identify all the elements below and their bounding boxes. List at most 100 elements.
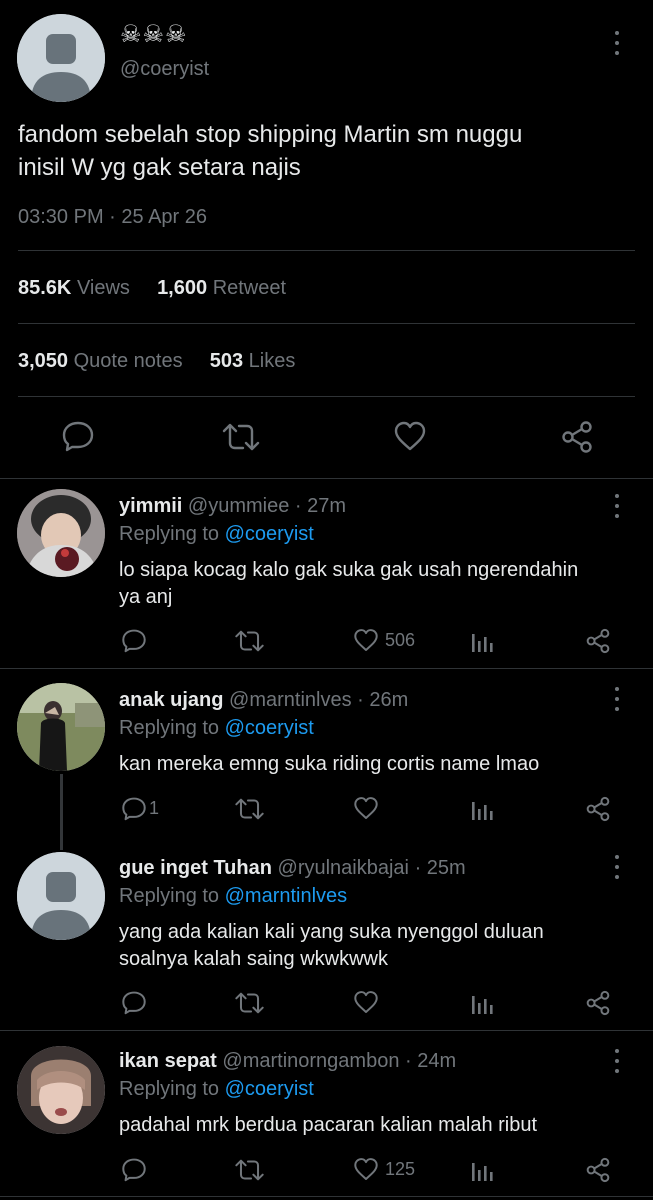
default-avatar-icon — [17, 14, 105, 102]
retweet-button[interactable] — [234, 630, 265, 652]
default-avatar-icon — [17, 852, 105, 940]
likes-stat[interactable]: 503 Likes — [210, 350, 296, 372]
like-button[interactable]: 125 — [353, 1157, 415, 1181]
like-button[interactable] — [353, 796, 385, 820]
reply-header: ikan sepat @martinorngambon · 24m — [119, 1050, 456, 1073]
reply-header: gue inget Tuhan @ryulnaikbajai · 25m — [119, 857, 466, 880]
share-icon — [586, 628, 610, 654]
reply-text: yang ada kalian kali yang suka nyenggol … — [119, 919, 629, 973]
reply-handle[interactable]: @marntinlves — [229, 689, 352, 711]
heart-icon — [354, 629, 378, 651]
avatar[interactable] — [17, 1046, 105, 1134]
stats-icon — [472, 996, 493, 1014]
retweet-label: Retweet — [212, 277, 287, 299]
avatar[interactable] — [17, 683, 105, 771]
avatar[interactable] — [17, 489, 105, 577]
likes-count: 503 — [209, 350, 244, 372]
more-icon[interactable] — [611, 1049, 623, 1073]
quote-count: 3,050 — [18, 350, 69, 372]
heart-icon — [354, 797, 378, 819]
profile-photo-icon — [17, 489, 105, 577]
views-count: 85.6K — [18, 277, 72, 299]
reply-display-name[interactable]: anak ujang — [119, 689, 223, 711]
stats-button[interactable] — [471, 992, 493, 1014]
author-avatar[interactable] — [17, 14, 105, 102]
divider — [0, 1030, 653, 1031]
views-stat[interactable]: 85.6K Views — [18, 277, 130, 299]
reply-display-name[interactable]: ikan sepat — [119, 1050, 217, 1072]
more-icon[interactable] — [611, 494, 623, 518]
share-button[interactable] — [585, 990, 611, 1016]
reply-button[interactable] — [121, 628, 153, 653]
reply-display-name[interactable]: gue inget Tuhan — [119, 857, 272, 879]
heart-icon — [354, 991, 378, 1013]
share-icon — [586, 990, 610, 1016]
more-icon[interactable] — [611, 855, 623, 879]
quote-label: Quote notes — [73, 350, 183, 372]
reply-text-line: soalnya kalah saing wkwkwwk — [119, 948, 389, 970]
reply-text: kan mereka emng suka riding cortis name … — [119, 751, 629, 778]
replying-to: Replying to @coeryist — [119, 1078, 314, 1101]
reply-handle[interactable]: @martinorngambon — [222, 1050, 399, 1072]
stats-icon — [472, 634, 493, 652]
reply-handle[interactable]: @yummiee — [188, 495, 289, 517]
share-icon[interactable] — [560, 420, 594, 454]
tweet-text-line: fandom sebelah stop shipping Martin sm n… — [18, 121, 523, 148]
replying-to: Replying to @coeryist — [119, 717, 314, 740]
replying-to: Replying to @coeryist — [119, 523, 314, 546]
replying-to-handle[interactable]: @coeryist — [225, 1078, 314, 1100]
replying-to-handle[interactable]: @coeryist — [225, 523, 314, 545]
reply-button[interactable] — [121, 1157, 153, 1182]
divider — [18, 323, 635, 324]
replying-to-handle[interactable]: @coeryist — [225, 717, 314, 739]
reply-time: · 27m — [294, 495, 347, 517]
share-button[interactable] — [585, 628, 611, 654]
share-button[interactable] — [585, 1157, 611, 1183]
heart-icon[interactable] — [393, 421, 427, 451]
profile-photo-icon — [17, 1046, 105, 1134]
reply-text-line: yang ada kalian kali yang suka nyenggol … — [119, 921, 544, 943]
tweet-timestamp[interactable]: 03:30 PM · 25 Apr 26 — [18, 206, 207, 229]
quote-stat[interactable]: 3,050 Quote notes — [18, 350, 183, 372]
reply-text-line: padahal mrk berdua pacaran kalian malah … — [119, 1114, 538, 1136]
divider — [0, 1196, 653, 1197]
more-icon[interactable] — [611, 687, 623, 711]
reply-button[interactable]: 1 — [121, 796, 159, 821]
reply-button[interactable] — [121, 990, 153, 1015]
retweet-button[interactable] — [234, 992, 265, 1014]
thread-connector — [60, 774, 63, 850]
author-display-name[interactable]: ☠︎☠︎☠︎ — [120, 20, 188, 49]
views-label: Views — [76, 277, 130, 299]
retweet-stat[interactable]: 1,600 Retweet — [157, 277, 286, 299]
comment-icon[interactable] — [61, 420, 95, 452]
retweet-button[interactable] — [234, 798, 265, 820]
reply-handle[interactable]: @ryulnaikbajai — [278, 857, 409, 879]
stats-button[interactable] — [471, 798, 493, 820]
replying-to-label: Replying to — [119, 1078, 220, 1100]
retweet-icon[interactable] — [221, 423, 261, 451]
replying-to-label: Replying to — [119, 885, 220, 907]
author-handle[interactable]: @coeryist — [120, 58, 209, 81]
reply-display-name[interactable]: yimmii — [119, 495, 182, 517]
avatar[interactable] — [17, 852, 105, 940]
stats-icon — [472, 802, 493, 820]
retweet-button[interactable] — [234, 1159, 265, 1181]
like-button[interactable]: 506 — [353, 628, 415, 652]
reply-time: · 25m — [414, 857, 466, 879]
like-count: 125 — [385, 1158, 416, 1179]
comment-icon — [122, 1158, 146, 1182]
share-button[interactable] — [585, 796, 611, 822]
replying-to-handle[interactable]: @marntinlves — [225, 885, 348, 907]
reply-text: lo siapa kocag kalo gak suka gak usah ng… — [119, 557, 629, 611]
stats-button[interactable] — [471, 630, 493, 652]
more-icon[interactable] — [611, 31, 623, 55]
tweet-text: fandom sebelah stop shipping Martin sm n… — [18, 118, 638, 184]
like-button[interactable] — [353, 990, 385, 1014]
reply-header: yimmii @yummiee · 27m — [119, 495, 346, 518]
stats-button[interactable] — [471, 1159, 493, 1181]
replying-to-label: Replying to — [119, 717, 220, 739]
retweet-icon — [235, 1159, 264, 1181]
reply-text-line: lo siapa kocag kalo gak suka gak usah ng… — [119, 559, 579, 581]
profile-photo-icon — [17, 683, 105, 771]
comment-icon — [122, 797, 146, 821]
